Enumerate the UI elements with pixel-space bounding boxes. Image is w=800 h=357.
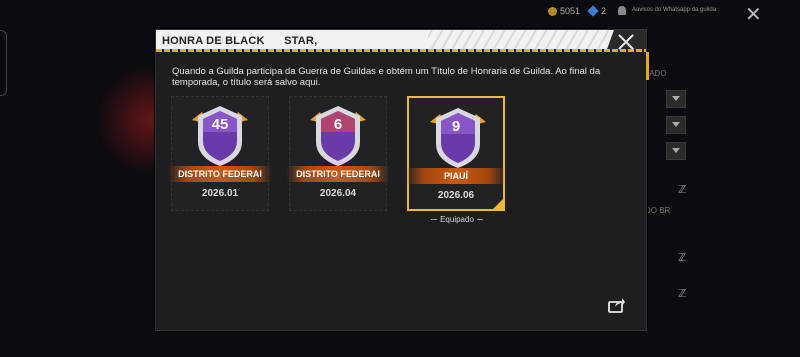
coin-icon xyxy=(548,7,557,16)
title-region: PIAUÍ xyxy=(443,171,468,181)
title-region: DISTRITO FEDERAI xyxy=(296,169,380,179)
corner-accent xyxy=(646,52,649,80)
title-region: DISTRITO FEDERAI xyxy=(178,169,262,179)
honor-title-card-equipped[interactable]: 9 PIAUÍ 2026.06 xyxy=(406,96,506,211)
notice-text: Aavisos do Whatsapp da guilda xyxy=(632,7,717,13)
coin-balance: 5051 xyxy=(560,6,581,16)
dialog-header: HONRA DE BLACK STAR, xyxy=(156,30,646,52)
equipped-label: Equipado xyxy=(406,215,508,224)
close-button[interactable] xyxy=(615,31,637,53)
title-ribbon: DISTRITO FEDERAI xyxy=(168,166,272,182)
shield-badge-icon xyxy=(430,108,486,168)
shield-badge-icon xyxy=(192,106,248,166)
title-level: 6 xyxy=(333,116,343,133)
title-ribbon: DISTRITO FEDERAI xyxy=(286,166,390,182)
share-icon[interactable] xyxy=(608,297,626,313)
title-ribbon: PIAUÍ xyxy=(406,168,506,184)
edit-icon[interactable]: ℤ xyxy=(678,183,686,196)
dialog-description: Quando a Guilda participa da Guerra de G… xyxy=(172,66,601,88)
title-season: 2026.01 xyxy=(201,188,239,199)
shield-badge-icon xyxy=(310,106,366,166)
title-level: 45 xyxy=(211,116,229,133)
title-season: 2026.04 xyxy=(319,188,357,199)
filter-dropdown-2[interactable] xyxy=(666,116,686,134)
edit-icon[interactable]: ℤ xyxy=(678,287,686,300)
diamond-balance: 2 xyxy=(601,6,607,16)
filter-dropdown-3[interactable] xyxy=(666,142,686,160)
dialog-title: HONRA DE BLACK STAR, xyxy=(162,35,318,47)
title-season: 2026.06 xyxy=(437,190,475,201)
filter-dropdown-1[interactable] xyxy=(666,90,686,108)
honor-title-card[interactable]: 45 DISTRITO FEDERAI 2026.01 xyxy=(168,96,272,211)
honor-title-card[interactable]: 6 DISTRITO FEDERAI 2026.04 xyxy=(286,96,390,211)
edit-icon[interactable]: ℤ xyxy=(678,251,686,264)
notification-icon[interactable] xyxy=(618,6,626,15)
background-close-icon[interactable]: ✕ xyxy=(745,2,762,27)
side-label-bottom: DO BR xyxy=(645,206,671,215)
header-gold-stripe xyxy=(156,49,646,52)
selected-corner-marker xyxy=(493,199,503,209)
title-level: 9 xyxy=(451,118,461,135)
diamond-icon xyxy=(587,5,599,17)
side-drawer-handle[interactable] xyxy=(0,30,7,96)
